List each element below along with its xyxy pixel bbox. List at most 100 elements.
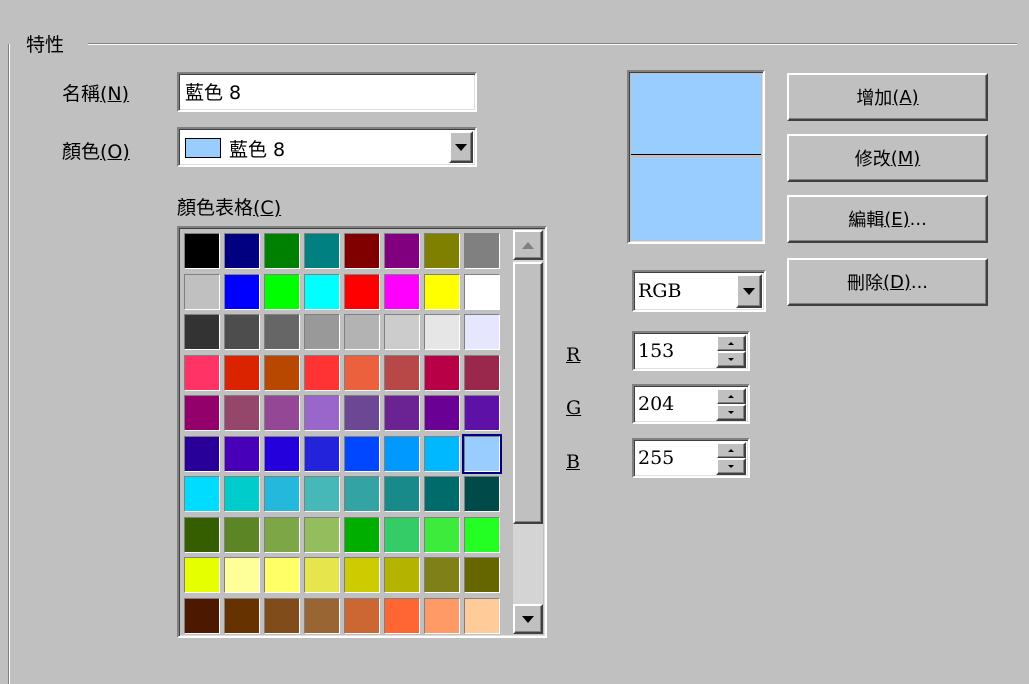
color-cell[interactable]: [264, 395, 300, 431]
color-cell[interactable]: [184, 233, 220, 269]
color-cell[interactable]: [464, 274, 500, 310]
g-increment[interactable]: [716, 388, 746, 405]
color-cell[interactable]: [304, 355, 340, 391]
g-spinner[interactable]: 204: [632, 384, 750, 424]
color-cell[interactable]: [464, 233, 500, 269]
color-cell[interactable]: [224, 395, 260, 431]
color-cell[interactable]: [304, 517, 340, 553]
color-cell[interactable]: [462, 434, 502, 474]
color-cell[interactable]: [384, 233, 420, 269]
color-cell[interactable]: [424, 355, 460, 391]
color-cell[interactable]: [344, 598, 380, 634]
color-cell[interactable]: [464, 517, 500, 553]
color-cell[interactable]: [224, 233, 260, 269]
color-dropdown-button[interactable]: [449, 131, 473, 163]
color-cell[interactable]: [464, 355, 500, 391]
delete-button[interactable]: 刪除 (D)...: [787, 258, 988, 306]
color-cell[interactable]: [344, 233, 380, 269]
color-cell[interactable]: [464, 314, 500, 350]
edit-button[interactable]: 編輯 (E)...: [787, 195, 988, 243]
name-input[interactable]: 藍色 8: [177, 72, 477, 112]
color-cell[interactable]: [304, 557, 340, 593]
color-cell[interactable]: [344, 517, 380, 553]
color-cell[interactable]: [264, 233, 300, 269]
color-cell[interactable]: [384, 557, 420, 593]
color-cell[interactable]: [384, 355, 420, 391]
color-cell[interactable]: [304, 233, 340, 269]
color-cell[interactable]: [184, 395, 220, 431]
color-dropdown[interactable]: 藍色 8: [177, 127, 477, 167]
color-cell[interactable]: [344, 476, 380, 512]
color-cell[interactable]: [384, 476, 420, 512]
color-mode-dropdown[interactable]: RGB: [632, 270, 766, 312]
color-cell[interactable]: [344, 557, 380, 593]
color-table-scrollbar[interactable]: [513, 230, 543, 634]
color-cell[interactable]: [424, 314, 460, 350]
scroll-down-button[interactable]: [513, 604, 543, 634]
color-cell[interactable]: [184, 557, 220, 593]
color-cell[interactable]: [304, 395, 340, 431]
color-cell[interactable]: [344, 395, 380, 431]
color-cell[interactable]: [464, 395, 500, 431]
color-cell[interactable]: [184, 517, 220, 553]
r-decrement[interactable]: [716, 351, 746, 368]
color-cell[interactable]: [424, 436, 460, 472]
color-cell[interactable]: [464, 598, 500, 634]
g-decrement[interactable]: [716, 404, 746, 421]
color-cell[interactable]: [224, 314, 260, 350]
color-cell[interactable]: [424, 395, 460, 431]
color-cell[interactable]: [264, 557, 300, 593]
color-cell[interactable]: [184, 274, 220, 310]
color-cell[interactable]: [384, 598, 420, 634]
color-cell[interactable]: [224, 517, 260, 553]
color-cell[interactable]: [424, 517, 460, 553]
color-cell[interactable]: [344, 314, 380, 350]
add-button[interactable]: 增加 (A): [787, 73, 988, 121]
color-cell[interactable]: [264, 274, 300, 310]
color-cell[interactable]: [224, 355, 260, 391]
color-cell[interactable]: [464, 476, 500, 512]
color-cell[interactable]: [344, 274, 380, 310]
color-cell[interactable]: [304, 598, 340, 634]
scroll-thumb[interactable]: [513, 262, 543, 524]
color-cell[interactable]: [224, 476, 260, 512]
color-cell[interactable]: [424, 233, 460, 269]
color-cell[interactable]: [384, 314, 420, 350]
color-mode-button[interactable]: [736, 274, 762, 308]
color-cell[interactable]: [224, 598, 260, 634]
modify-button[interactable]: 修改 (M): [787, 134, 988, 182]
color-cell[interactable]: [184, 598, 220, 634]
color-cell[interactable]: [344, 355, 380, 391]
color-cell[interactable]: [224, 557, 260, 593]
color-cell[interactable]: [224, 274, 260, 310]
r-spinner[interactable]: 153: [632, 331, 750, 371]
color-cell[interactable]: [384, 436, 420, 472]
color-grid[interactable]: [184, 233, 513, 636]
color-cell[interactable]: [384, 274, 420, 310]
color-cell[interactable]: [264, 476, 300, 512]
color-cell[interactable]: [264, 314, 300, 350]
color-cell[interactable]: [264, 436, 300, 472]
color-cell[interactable]: [424, 476, 460, 512]
color-cell[interactable]: [184, 436, 220, 472]
color-table[interactable]: [177, 226, 547, 638]
color-cell[interactable]: [304, 476, 340, 512]
color-cell[interactable]: [304, 274, 340, 310]
color-cell[interactable]: [424, 557, 460, 593]
r-increment[interactable]: [716, 335, 746, 352]
color-cell[interactable]: [464, 557, 500, 593]
scroll-up-button[interactable]: [513, 230, 543, 260]
b-decrement[interactable]: [716, 458, 746, 475]
color-cell[interactable]: [264, 355, 300, 391]
color-cell[interactable]: [384, 517, 420, 553]
b-increment[interactable]: [716, 442, 746, 459]
color-cell[interactable]: [344, 436, 380, 472]
color-cell[interactable]: [184, 355, 220, 391]
color-cell[interactable]: [304, 436, 340, 472]
color-cell[interactable]: [384, 395, 420, 431]
color-cell[interactable]: [264, 598, 300, 634]
b-spinner[interactable]: 255: [632, 438, 750, 478]
color-cell[interactable]: [184, 314, 220, 350]
color-cell[interactable]: [424, 598, 460, 634]
color-cell[interactable]: [184, 476, 220, 512]
